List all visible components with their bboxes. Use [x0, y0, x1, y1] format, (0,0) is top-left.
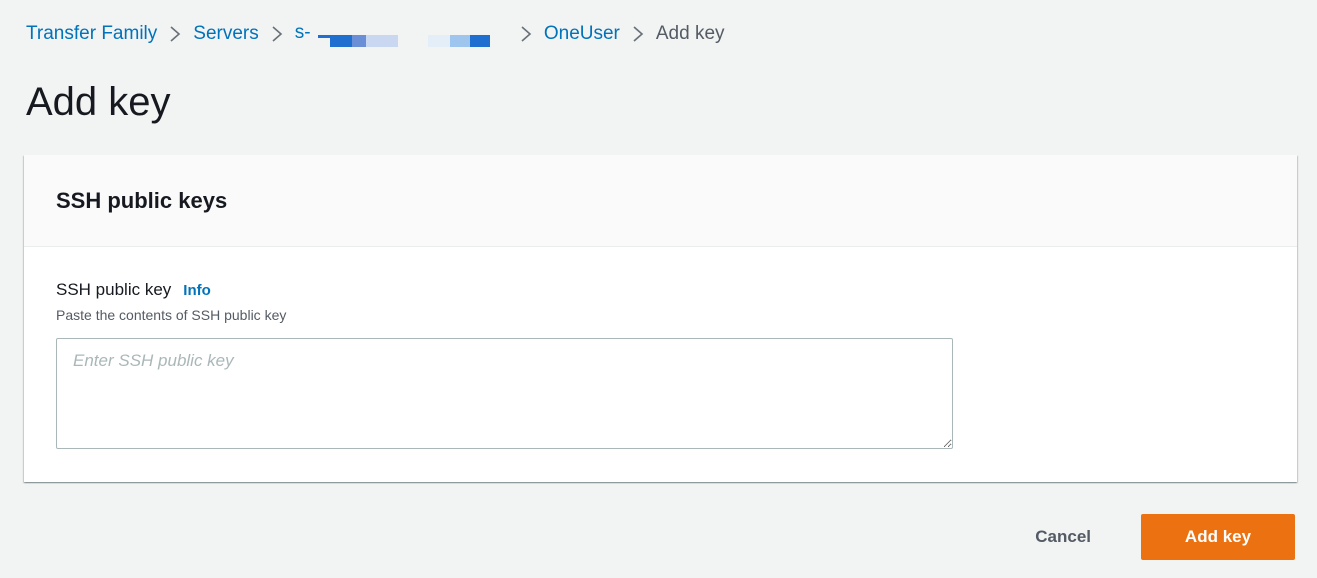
- breadcrumb-user[interactable]: OneUser: [544, 23, 620, 45]
- chevron-right-icon: [508, 23, 544, 45]
- breadcrumb: Transfer Family Servers s- OneUser Add k…: [26, 20, 725, 48]
- breadcrumb-server-id[interactable]: s-: [295, 22, 490, 47]
- breadcrumb-servers[interactable]: Servers: [193, 23, 258, 45]
- info-link[interactable]: Info: [183, 282, 211, 299]
- chevron-right-icon: [259, 23, 295, 45]
- redacted-server-id: [317, 34, 490, 47]
- add-key-button[interactable]: Add key: [1141, 514, 1295, 560]
- panel-header: SSH public keys: [24, 155, 1297, 247]
- ssh-key-textarea[interactable]: [56, 338, 953, 449]
- field-label-row: SSH public key Info: [56, 280, 211, 300]
- chevron-right-icon: [157, 23, 193, 45]
- ssh-key-description: Paste the contents of SSH public key: [56, 307, 287, 323]
- server-id-prefix: s-: [294, 21, 311, 43]
- page-title: Add key: [26, 80, 171, 124]
- panel-title: SSH public keys: [56, 187, 228, 213]
- cancel-button[interactable]: Cancel: [1007, 514, 1119, 560]
- ssh-key-label: SSH public key: [56, 280, 172, 299]
- chevron-right-icon: [620, 23, 656, 45]
- form-actions: Cancel Add key: [1007, 514, 1295, 560]
- breadcrumb-current: Add key: [655, 23, 725, 44]
- ssh-keys-panel: SSH public keys SSH public key Info Past…: [24, 155, 1297, 482]
- breadcrumb-transfer-family[interactable]: Transfer Family: [26, 23, 157, 45]
